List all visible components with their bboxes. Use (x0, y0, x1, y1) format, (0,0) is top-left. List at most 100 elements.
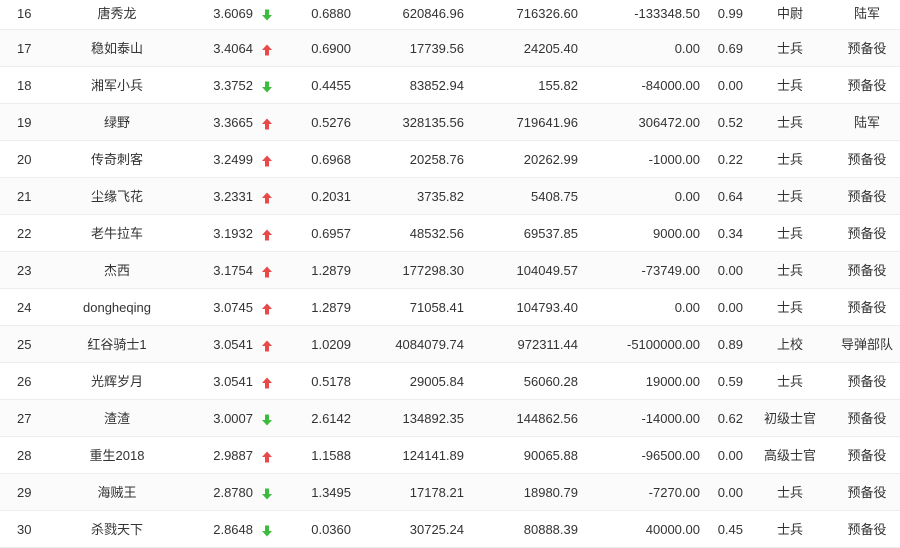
rank-number: 22 (17, 226, 32, 241)
profit-value: -1000.00 (648, 152, 700, 167)
profit-value: 306472.00 (638, 115, 700, 130)
user-name-link[interactable]: 尘缘飞花 (62, 178, 172, 215)
market-value: 90065.88 (523, 448, 578, 463)
profit-value: -14000.00 (641, 411, 700, 426)
arrow-up-icon (259, 178, 275, 215)
user-name-link[interactable]: 稳如泰山 (62, 30, 172, 67)
military-rank-label: 初级士官 (763, 411, 816, 426)
user-name-link[interactable]: 绿野 (62, 104, 172, 141)
table-row[interactable]: 22 老牛拉车 3.1932 0.6957 48532.56 69537.85 … (0, 215, 900, 252)
table-row[interactable]: 19 绿野 3.3665 0.5276 328135.56 719641.96 … (0, 104, 900, 141)
ratio-value: 0.5276 (311, 115, 351, 130)
score-value: 3.0007 (213, 411, 253, 426)
score-value: 3.3665 (213, 115, 253, 130)
user-name-link[interactable]: dongheqing (62, 289, 172, 326)
user-name-link[interactable]: 重生2018 (62, 437, 172, 474)
ratio-value: 0.2031 (311, 189, 351, 204)
profit-value: 0.00 (674, 41, 700, 56)
arrow-up-icon (259, 437, 275, 474)
table-row[interactable]: 23 杰西 3.1754 1.2879 177298.30 104049.57 … (0, 252, 900, 289)
user-name-link[interactable]: 杀戮天下 (62, 511, 172, 548)
arrow-up-icon (259, 252, 275, 289)
unit-label: 导弹部队 (840, 337, 893, 352)
rank-number: 28 (17, 448, 32, 463)
market-value: 716326.60 (516, 6, 578, 21)
score-value: 3.6069 (213, 6, 253, 21)
unit-label: 预备役 (847, 189, 887, 204)
table-row[interactable]: 27 渣渣 3.0007 2.6142 134892.35 144862.56 … (0, 400, 900, 437)
rank-number: 19 (17, 115, 32, 130)
total-assets-value: 328135.56 (402, 115, 464, 130)
score-value: 3.1754 (213, 263, 253, 278)
table-row[interactable]: 17 稳如泰山 3.4064 0.6900 17739.56 24205.40 … (0, 30, 900, 67)
table-row[interactable]: 28 重生2018 2.9887 1.1588 124141.89 90065.… (0, 437, 900, 474)
military-rank-label: 中尉 (776, 6, 803, 21)
military-rank-label: 士兵 (776, 189, 803, 204)
market-value: 972311.44 (517, 337, 579, 352)
rank-number: 30 (17, 522, 32, 537)
position-ratio-value: 0.00 (717, 485, 743, 500)
total-assets-value: 620846.96 (402, 6, 464, 21)
position-ratio-value: 0.00 (717, 300, 743, 315)
market-value: 144862.56 (516, 411, 578, 426)
table-row[interactable]: 24 dongheqing 3.0745 1.2879 71058.41 104… (0, 289, 900, 326)
rank-number: 25 (17, 337, 32, 352)
total-assets-value: 134892.35 (402, 411, 464, 426)
rank-number: 23 (17, 263, 32, 278)
arrow-down-icon (259, 67, 275, 104)
military-rank-label: 士兵 (776, 522, 803, 537)
position-ratio-value: 0.00 (717, 78, 743, 93)
table-row[interactable]: 29 海贼王 2.8780 1.3495 17178.21 18980.79 -… (0, 474, 900, 511)
user-name-link[interactable]: 老牛拉车 (62, 215, 172, 252)
market-value: 69537.85 (523, 226, 578, 241)
unit-label: 预备役 (847, 485, 887, 500)
total-assets-value: 4084079.74 (395, 337, 464, 352)
rank-number: 27 (17, 411, 32, 426)
unit-label: 预备役 (847, 300, 887, 315)
score-value: 2.8648 (213, 522, 253, 537)
arrow-down-icon (259, 0, 275, 28)
table-row[interactable]: 20 传奇刺客 3.2499 0.6968 20258.76 20262.99 … (0, 141, 900, 178)
total-assets-value: 3735.82 (417, 189, 464, 204)
user-name-link[interactable]: 唐秀龙 (62, 0, 172, 28)
score-value: 3.2499 (213, 152, 253, 167)
table-row[interactable]: 21 尘缘飞花 3.2331 0.2031 3735.82 5408.75 0.… (0, 178, 900, 215)
ratio-value: 0.6880 (311, 6, 351, 21)
table-row[interactable]: 30 杀戮天下 2.8648 0.0360 30725.24 80888.39 … (0, 511, 900, 548)
military-rank-label: 士兵 (776, 300, 803, 315)
profit-value: 0.00 (674, 189, 700, 204)
arrow-up-icon (259, 289, 275, 326)
user-name-link[interactable]: 杰西 (62, 252, 172, 289)
unit-label: 预备役 (847, 263, 887, 278)
unit-label: 预备役 (847, 411, 887, 426)
rank-number: 16 (17, 6, 32, 21)
user-name-link[interactable]: 光辉岁月 (62, 363, 172, 400)
profit-value: -73749.00 (641, 263, 700, 278)
arrow-up-icon (259, 215, 275, 252)
military-rank-label: 高级士官 (763, 448, 816, 463)
arrow-down-icon (259, 474, 275, 511)
position-ratio-value: 0.89 (717, 337, 743, 352)
score-value: 3.0541 (213, 337, 253, 352)
unit-label: 预备役 (847, 41, 887, 56)
table-row[interactable]: 18 湘军小兵 3.3752 0.4455 83852.94 155.82 -8… (0, 67, 900, 104)
position-ratio-value: 0.69 (717, 41, 743, 56)
user-name-link[interactable]: 渣渣 (62, 400, 172, 437)
score-value: 3.4064 (213, 41, 253, 56)
table-row[interactable]: 25 红谷骑士1 3.0541 1.0209 4084079.74 972311… (0, 326, 900, 363)
user-name-link[interactable]: 湘军小兵 (62, 67, 172, 104)
profit-value: -7270.00 (648, 485, 700, 500)
rank-number: 17 (17, 41, 32, 56)
arrow-down-icon (259, 400, 275, 437)
user-name-link[interactable]: 红谷骑士1 (62, 326, 172, 363)
unit-label: 预备役 (847, 152, 887, 167)
table-row[interactable]: 16 唐秀龙 3.6069 0.6880 620846.96 716326.60… (0, 0, 900, 30)
ratio-value: 0.6957 (311, 226, 351, 241)
user-name-link[interactable]: 传奇刺客 (62, 141, 172, 178)
position-ratio-value: 0.52 (717, 115, 743, 130)
military-rank-label: 上校 (776, 337, 803, 352)
total-assets-value: 20258.76 (409, 152, 464, 167)
position-ratio-value: 0.62 (717, 411, 743, 426)
table-row[interactable]: 26 光辉岁月 3.0541 0.5178 29005.84 56060.28 … (0, 363, 900, 400)
user-name-link[interactable]: 海贼王 (62, 474, 172, 511)
